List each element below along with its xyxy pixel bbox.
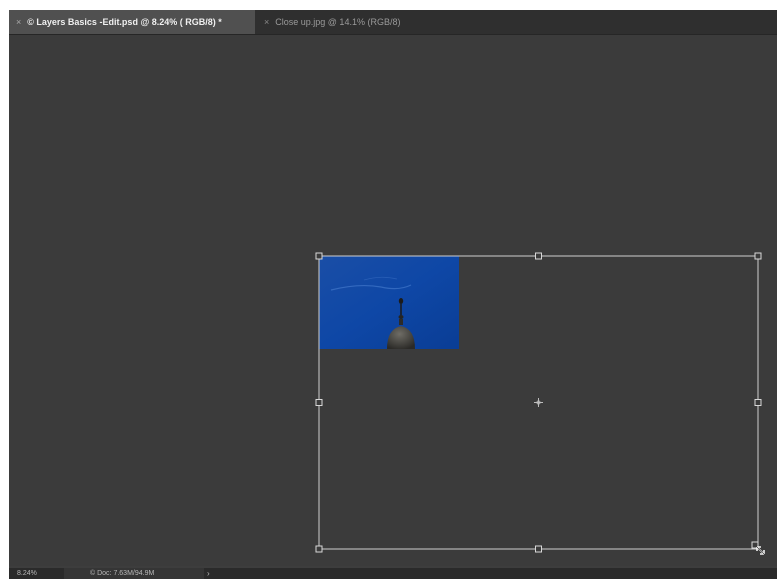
crosshair-icon — [534, 398, 543, 407]
close-icon[interactable]: × — [264, 17, 269, 27]
zoom-level-field[interactable]: 8.24% — [17, 568, 61, 579]
transform-handle-bottom-left[interactable] — [315, 545, 323, 553]
transform-handle-top-left[interactable] — [315, 252, 323, 260]
transform-handle-top-right[interactable] — [754, 252, 762, 260]
transform-handle-middle-right[interactable] — [754, 399, 762, 406]
placed-image-layer[interactable] — [319, 256, 459, 349]
transform-handle-bottom-middle[interactable] — [535, 545, 542, 553]
document-canvas[interactable] — [9, 35, 777, 566]
status-bar: 8.24% © Doc: 7.63M/94.9M › — [9, 568, 777, 579]
scale-cursor-icon — [756, 546, 765, 555]
tab-close-up[interactable]: × Close up.jpg @ 14.1% (RGB/8) — [257, 10, 447, 34]
document-size-info: © Doc: 7.63M/94.9M — [64, 568, 204, 579]
tab-title: © Layers Basics -Edit.psd @ 8.24% ( RGB/… — [27, 17, 222, 27]
tab-title: Close up.jpg @ 14.1% (RGB/8) — [275, 17, 401, 27]
transform-handle-middle-left[interactable] — [315, 399, 323, 406]
photoshop-document-window: × © Layers Basics -Edit.psd @ 8.24% ( RG… — [9, 10, 777, 579]
tab-layers-basics-edit[interactable]: × © Layers Basics -Edit.psd @ 8.24% ( RG… — [9, 10, 255, 34]
transform-handle-top-middle[interactable] — [535, 252, 542, 260]
chevron-right-icon[interactable]: › — [207, 568, 210, 579]
close-icon[interactable]: × — [16, 17, 21, 27]
document-tab-bar: × © Layers Basics -Edit.psd @ 8.24% ( RG… — [9, 10, 777, 35]
